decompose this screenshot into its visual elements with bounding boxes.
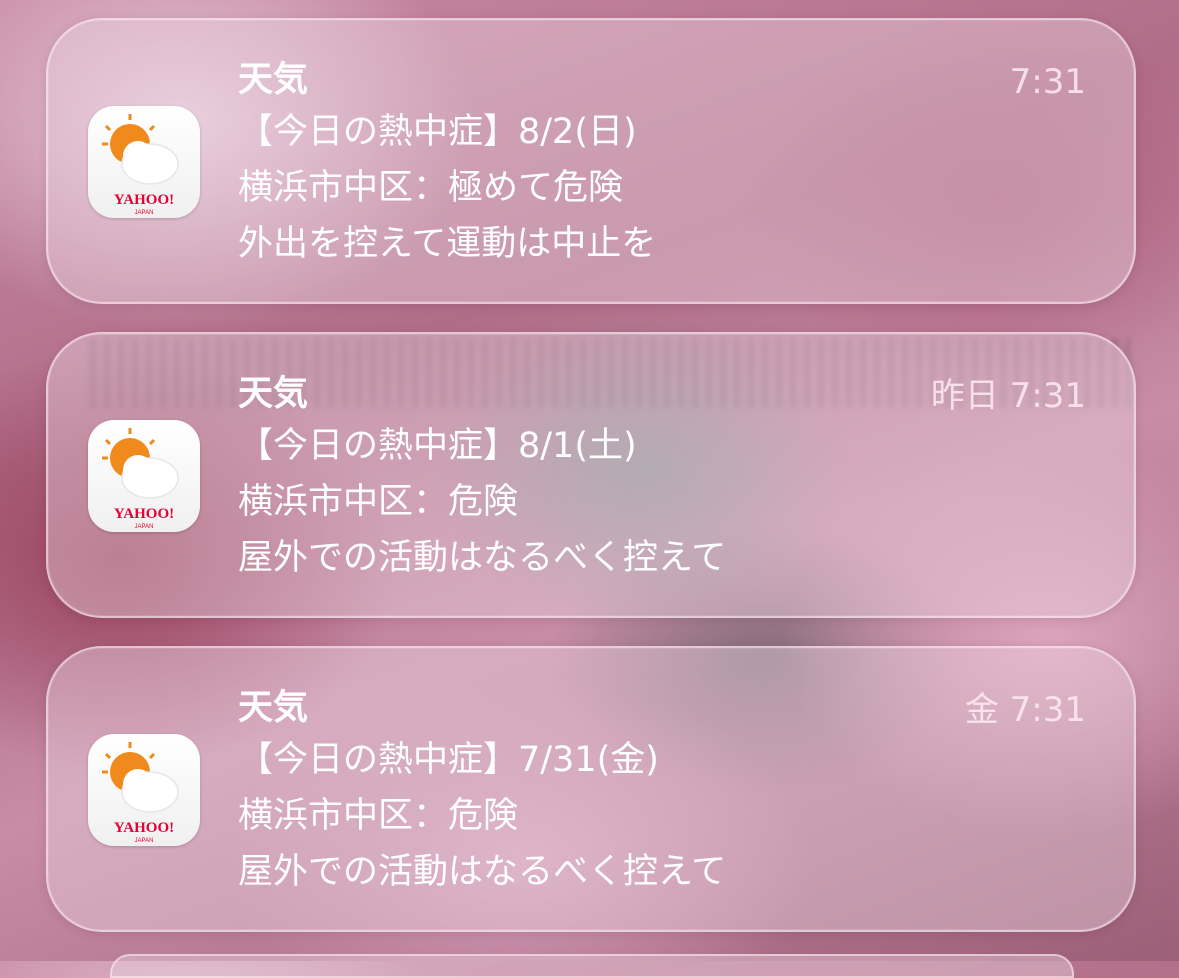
next-notification-peek[interactable] [110, 954, 1074, 978]
svg-text:JAPAN: JAPAN [135, 524, 154, 530]
app-name: 天気 [238, 60, 309, 100]
notification-body-line: 横浜市中区：極めて危険 [238, 168, 624, 208]
notification-body-line: 屋外での活動はなるべく控えて [238, 852, 727, 892]
notification-time: 金 7:31 [964, 690, 1086, 730]
notification-card[interactable]: YAHOO! JAPAN 天気 金 7:31 【今日の熱中症】7/31(金) 横… [46, 646, 1136, 932]
app-name: 天気 [238, 688, 309, 728]
notification-body-line: 外出を控えて運動は中止を [238, 224, 657, 264]
svg-text:YAHOO!: YAHOO! [114, 192, 174, 208]
notification-title: 【今日の熱中症】8/1(土) [238, 426, 637, 466]
app-name: 天気 [238, 374, 309, 414]
notification-title: 【今日の熱中症】8/2(日) [238, 112, 637, 152]
svg-text:JAPAN: JAPAN [135, 838, 154, 844]
notification-body-line: 横浜市中区：危険 [238, 796, 519, 836]
notification-card[interactable]: YAHOO! JAPAN 天気 7:31 【今日の熱中症】8/2(日) 横浜市中… [46, 18, 1136, 304]
svg-text:YAHOO!: YAHOO! [114, 820, 174, 836]
svg-text:JAPAN: JAPAN [135, 210, 154, 216]
notification-title: 【今日の熱中症】7/31(金) [238, 740, 659, 780]
svg-text:YAHOO!: YAHOO! [114, 506, 174, 522]
yahoo-weather-icon: YAHOO! JAPAN [88, 106, 200, 218]
yahoo-weather-icon: YAHOO! JAPAN [88, 734, 200, 846]
notification-time: 昨日 7:31 [930, 376, 1086, 416]
notification-card[interactable]: YAHOO! JAPAN 天気 昨日 7:31 【今日の熱中症】8/1(土) 横… [46, 332, 1136, 618]
notification-time: 7:31 [1009, 62, 1086, 102]
notification-body-line: 横浜市中区：危険 [238, 482, 519, 522]
yahoo-weather-icon: YAHOO! JAPAN [88, 420, 200, 532]
notification-body-line: 屋外での活動はなるべく控えて [238, 538, 727, 578]
